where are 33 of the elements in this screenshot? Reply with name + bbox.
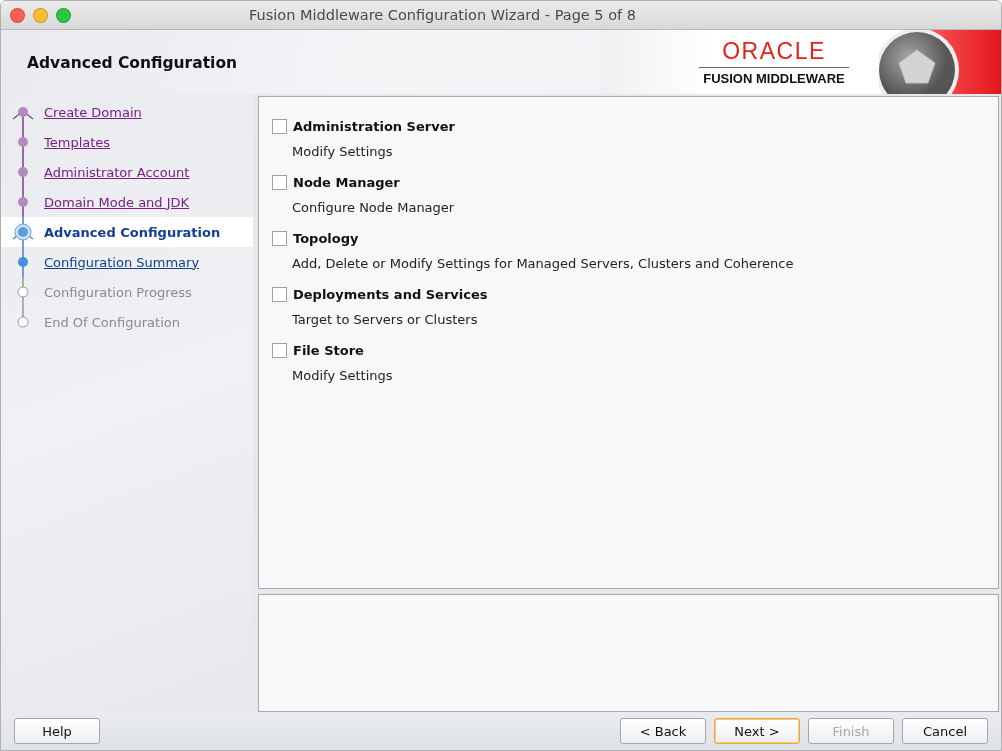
logo-product: FUSION MIDDLEWARE xyxy=(703,71,845,86)
option-checkbox[interactable]: File Store xyxy=(272,343,998,358)
step-link[interactable]: Advanced Configuration xyxy=(44,224,221,240)
option-checkbox[interactable]: Node Manager xyxy=(272,175,998,190)
wizard-button[interactable]: Cancel xyxy=(902,718,988,744)
close-button[interactable] xyxy=(10,7,25,23)
option-description: Configure Node Manager xyxy=(291,200,456,215)
option-checkbox[interactable]: Deployments and Services xyxy=(272,287,998,302)
option-checkbox[interactable]: Administration Server xyxy=(272,119,998,134)
logo-brand: ORACLE xyxy=(699,38,849,68)
page-title: Advanced Configuration xyxy=(26,53,238,72)
step-link[interactable]: Create Domain xyxy=(44,104,142,120)
wizard-button[interactable]: < Back xyxy=(620,718,706,744)
option-description: Modify Settings xyxy=(291,368,394,383)
checkbox[interactable] xyxy=(272,343,287,358)
option-description: Target to Servers or Clusters xyxy=(291,312,479,327)
step-link[interactable]: Templates xyxy=(44,134,111,150)
checkbox[interactable] xyxy=(272,287,287,302)
option-description: Add, Delete or Modify Settings for Managed Servers, Clusters and Coherence xyxy=(291,256,795,271)
step-link[interactable]: Configuration Summary xyxy=(44,254,200,270)
wizard-button[interactable]: Next > xyxy=(714,718,800,744)
checkbox[interactable] xyxy=(272,175,287,190)
step-link[interactable]: Administrator Account xyxy=(44,164,190,180)
option-checkbox[interactable]: Topology xyxy=(272,231,998,246)
checkbox[interactable] xyxy=(272,119,287,134)
option-description: Modify Settings xyxy=(291,144,394,159)
zoom-button[interactable] xyxy=(56,7,71,23)
minimize-button[interactable] xyxy=(33,7,48,23)
checkbox[interactable] xyxy=(272,231,287,246)
current-step-icon xyxy=(11,217,35,247)
window-title: Fusion Middleware Configuration Wizard - Page 5 of 8 xyxy=(249,7,636,23)
help-button[interactable]: Help xyxy=(14,718,100,744)
step-link[interactable]: Domain Mode and JDK xyxy=(44,194,190,210)
